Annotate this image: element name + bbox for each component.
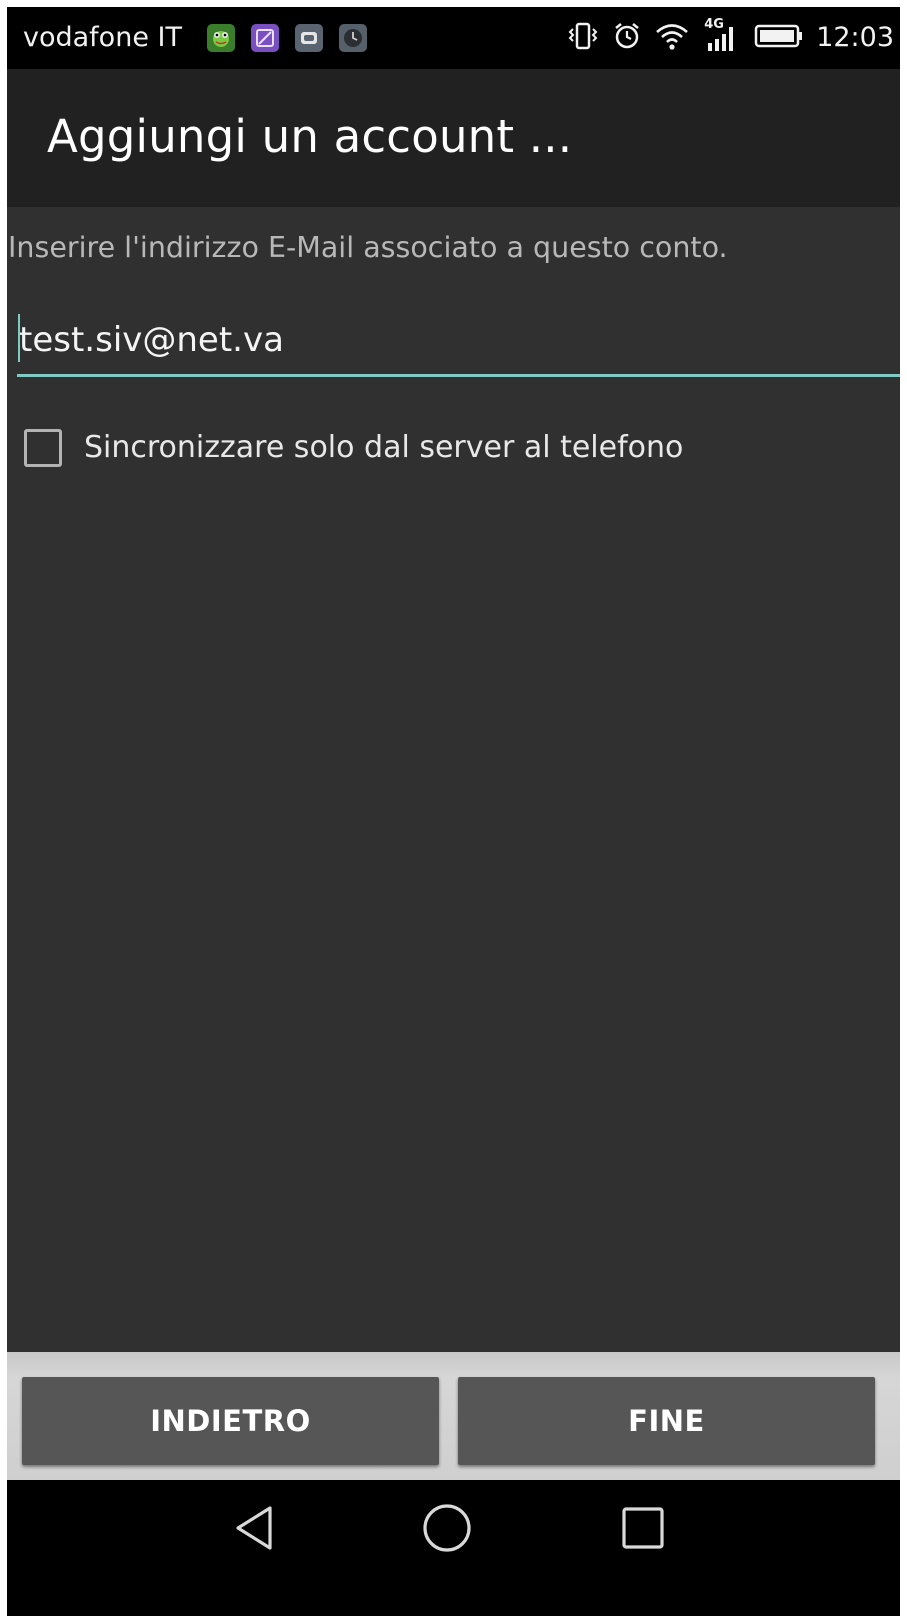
- recents-icon[interactable]: [603, 1488, 683, 1568]
- clock: 12:03: [816, 22, 894, 53]
- navigation-bar: [7, 1480, 900, 1616]
- signal-icon: 4G: [702, 17, 742, 55]
- sync-only-label[interactable]: Sincronizzare solo dal server al telefon…: [84, 429, 683, 467]
- button-bar: INDIETRO FINE: [7, 1352, 900, 1480]
- frog-app-icon: [207, 24, 235, 52]
- wifi-icon: [654, 21, 690, 55]
- alarm-icon: [612, 21, 642, 55]
- carrier-name: vodafone IT: [23, 22, 182, 53]
- battery-icon: [754, 23, 804, 53]
- status-bar: vodafone IT 4G 12:03: [7, 7, 900, 69]
- shield-app-icon: [295, 24, 323, 52]
- gallery-app-icon: [251, 24, 279, 52]
- done-button[interactable]: FINE: [458, 1377, 875, 1465]
- vibrate-icon: [566, 21, 600, 55]
- notification-icons: [207, 24, 367, 54]
- back-icon[interactable]: [214, 1488, 294, 1568]
- email-field[interactable]: [17, 305, 900, 377]
- screen: vodafone IT 4G 12:03 Aggiungi un account…: [7, 7, 900, 1616]
- back-button[interactable]: INDIETRO: [22, 1377, 439, 1465]
- instruction-text: Inserire l'indirizzo E-Mail associato a …: [8, 231, 728, 264]
- home-icon[interactable]: [407, 1488, 487, 1568]
- sync-option-row[interactable]: Sincronizzare solo dal server al telefon…: [24, 422, 683, 474]
- clock-app-icon: [339, 24, 367, 52]
- text-cursor: [18, 314, 20, 362]
- page-title: Aggiungi un account ...: [47, 110, 573, 163]
- sync-only-checkbox[interactable]: [24, 429, 62, 467]
- app-bar: Aggiungi un account ...: [7, 69, 900, 207]
- status-indicators: 4G 12:03: [566, 17, 894, 57]
